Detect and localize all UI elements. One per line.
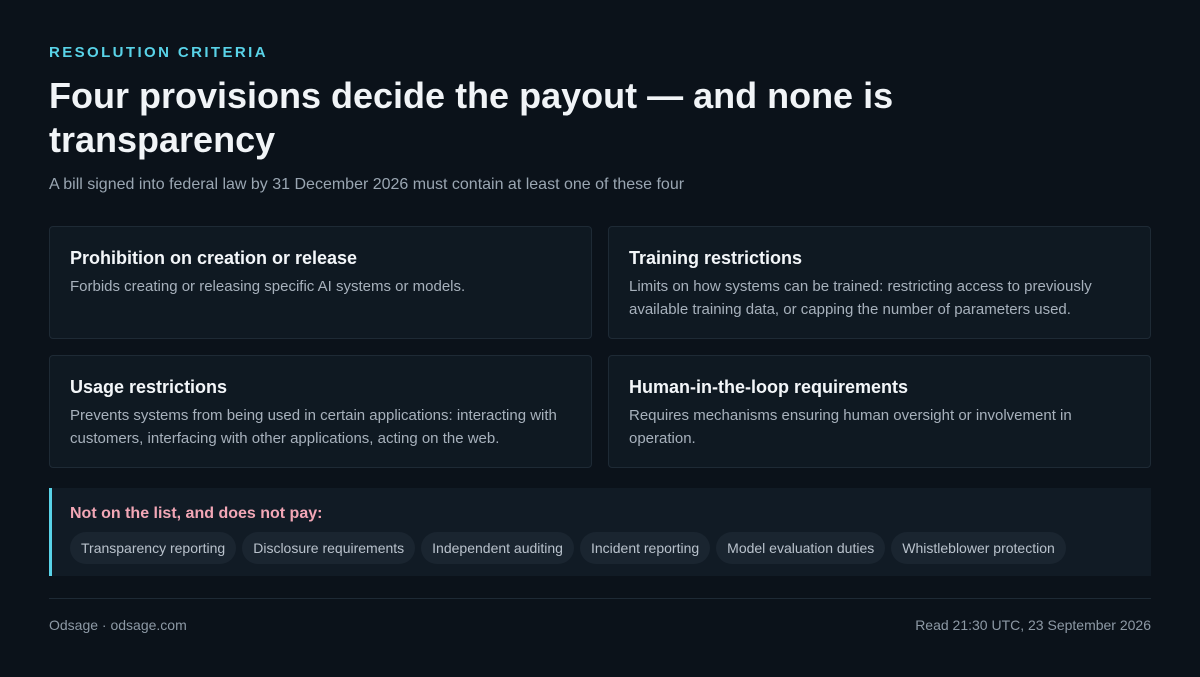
excluded-title: Not on the list, and does not pay:: [70, 505, 323, 522]
section-eyebrow: RESOLUTION CRITERIA: [49, 44, 268, 61]
provision-description: Requires mechanisms ensuring human overs…: [629, 407, 1072, 447]
provision-card-usage: Usage restrictions Prevents systems from…: [49, 355, 592, 468]
provision-card-training: Training restrictions Limits on how syst…: [608, 226, 1151, 339]
page-title: Four provisions decide the payout — and …: [49, 75, 894, 160]
provision-description: Prevents systems from being used in cert…: [70, 407, 557, 447]
provision-description: Limits on how systems can be trained: re…: [629, 278, 1092, 318]
page-subtitle: A bill signed into federal law by 31 Dec…: [49, 176, 685, 193]
excluded-chip: Independent auditing: [421, 532, 574, 564]
provision-title: Prohibition on creation or release: [70, 248, 358, 268]
provisions-grid: Prohibition on creation or release Forbi…: [49, 226, 1151, 468]
footer: Odsage · odsage.com Read 21:30 UTC, 23 S…: [49, 598, 1151, 634]
excluded-chip: Transparency reporting: [70, 532, 237, 564]
provision-card-human-in-loop: Human-in-the-loop requirements Requires …: [608, 355, 1151, 468]
footer-timestamp: Read 21:30 UTC, 23 September 2026: [915, 617, 1151, 633]
provision-title: Training restrictions: [629, 248, 803, 268]
provision-card-prohibition: Prohibition on creation or release Forbi…: [49, 226, 592, 339]
excluded-chip: Disclosure requirements: [242, 532, 416, 564]
excluded-chip: Whistleblower protection: [891, 532, 1066, 564]
excluded-chip: Incident reporting: [579, 532, 711, 564]
excluded-chip-list: Transparency reporting Disclosure requir…: [70, 532, 1133, 564]
excluded-chip: Model evaluation duties: [716, 532, 886, 564]
provision-title: Usage restrictions: [70, 377, 228, 397]
resolution-criteria-panel: RESOLUTION CRITERIA Four provisions deci…: [0, 0, 1200, 677]
footer-source: Odsage · odsage.com: [49, 617, 187, 633]
excluded-provisions-callout: Not on the list, and does not pay: Trans…: [49, 488, 1151, 576]
provision-description: Forbids creating or releasing specific A…: [70, 278, 466, 295]
provision-title: Human-in-the-loop requirements: [629, 377, 909, 397]
